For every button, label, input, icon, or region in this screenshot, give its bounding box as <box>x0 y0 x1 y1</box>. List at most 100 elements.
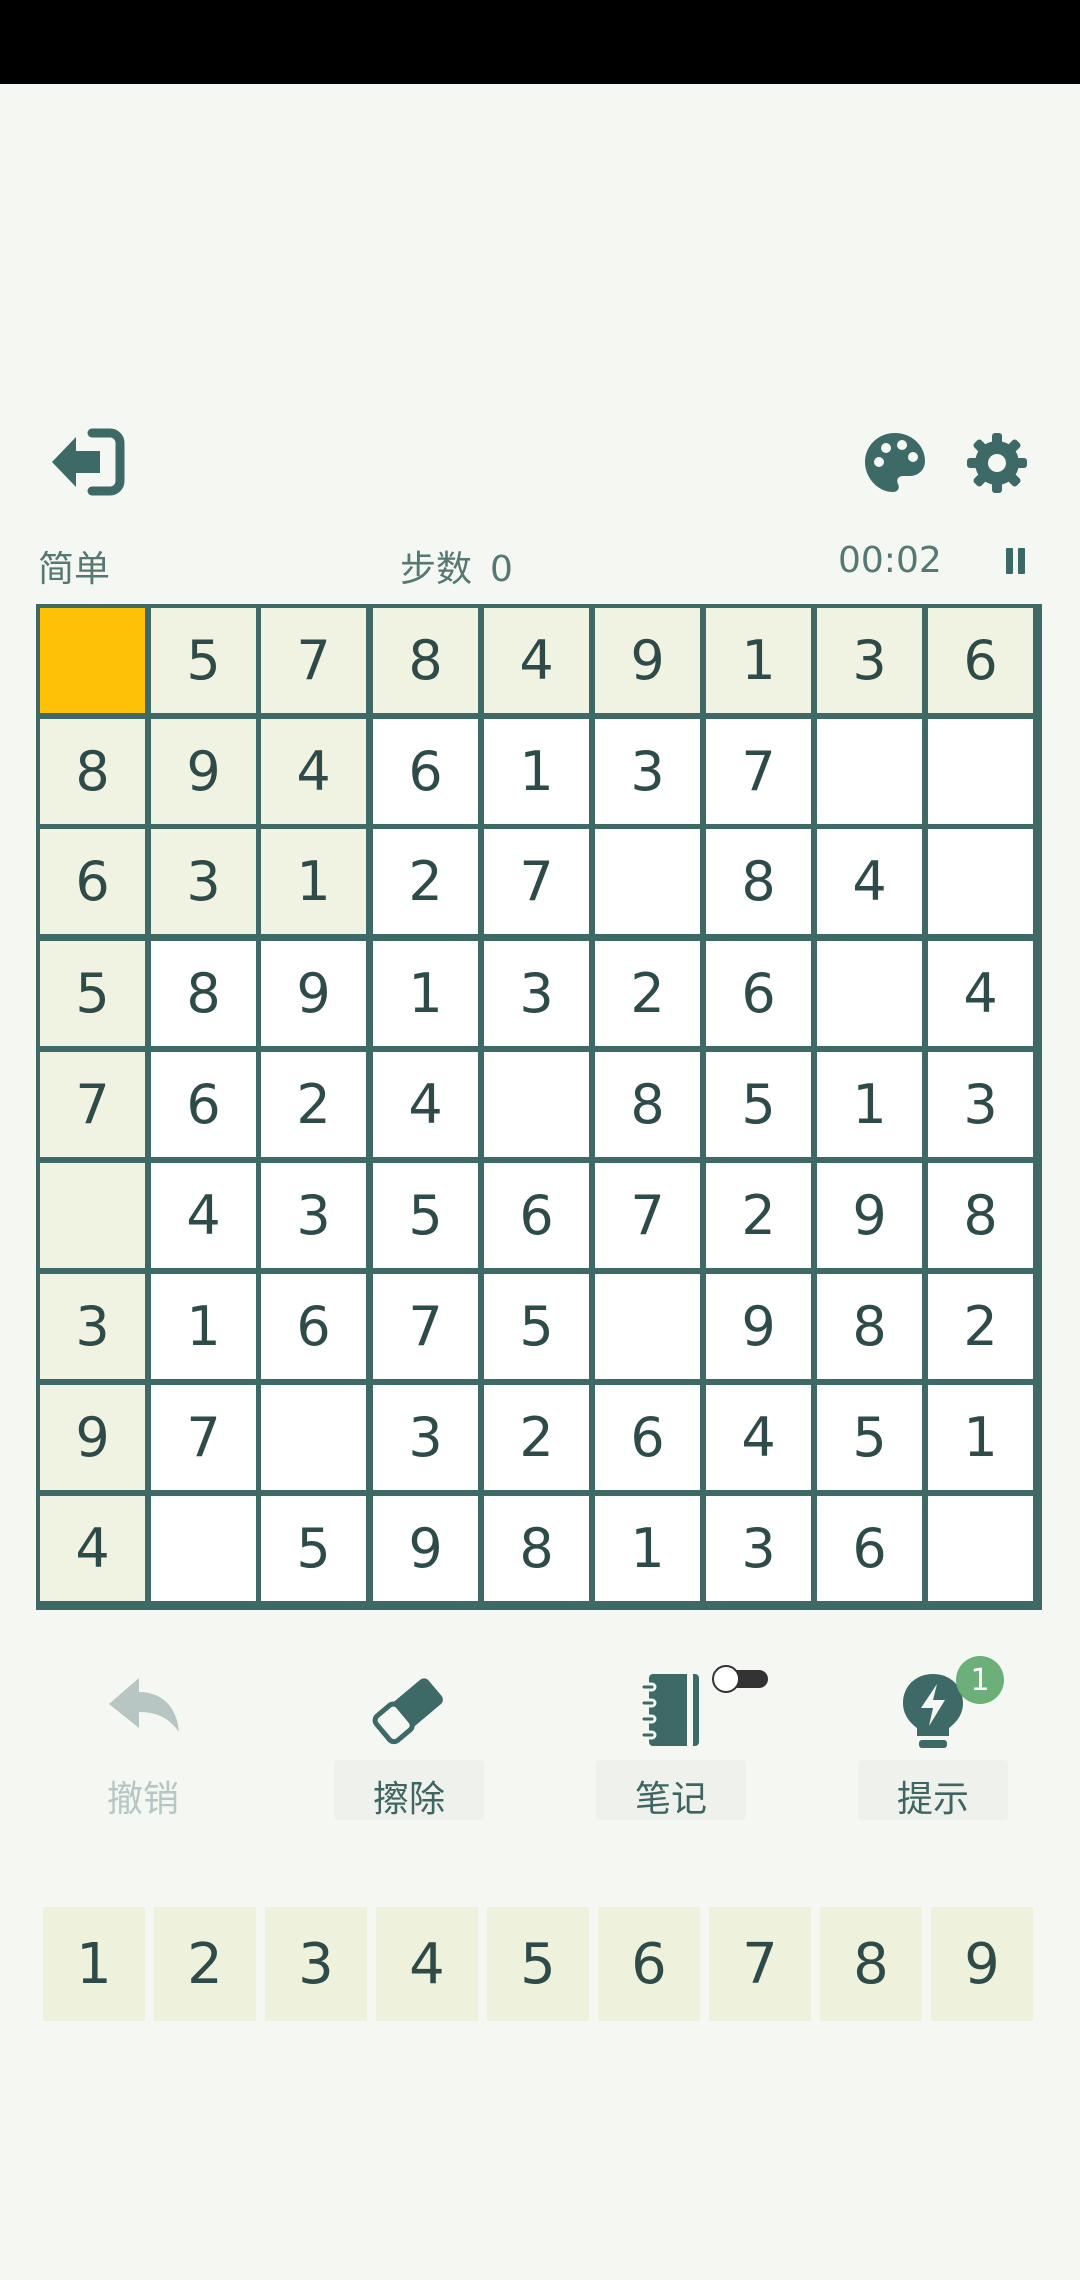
sudoku-cell[interactable]: 4 <box>706 1385 811 1490</box>
sudoku-cell[interactable] <box>40 608 145 713</box>
sudoku-cell[interactable]: 2 <box>706 1163 811 1268</box>
exit-button[interactable] <box>46 424 130 500</box>
numpad-key[interactable]: 5 <box>487 1907 589 2021</box>
steps-value: 0 <box>490 549 513 590</box>
sudoku-cell[interactable]: 9 <box>373 1496 478 1601</box>
sudoku-cell[interactable]: 3 <box>706 1496 811 1601</box>
sudoku-cell[interactable]: 5 <box>706 1052 811 1157</box>
sudoku-cell[interactable]: 8 <box>817 1274 922 1379</box>
sudoku-cell[interactable]: 8 <box>484 1496 589 1601</box>
sudoku-cell[interactable]: 2 <box>373 829 478 934</box>
sudoku-cell[interactable]: 8 <box>595 1052 700 1157</box>
numpad-key[interactable]: 2 <box>154 1907 256 2021</box>
sudoku-cell[interactable] <box>151 1496 256 1601</box>
sudoku-cell[interactable]: 6 <box>595 1385 700 1490</box>
sudoku-cell[interactable]: 9 <box>40 1385 145 1490</box>
sudoku-cell[interactable] <box>928 719 1033 824</box>
sudoku-cell[interactable]: 4 <box>40 1496 145 1601</box>
sudoku-cell[interactable] <box>595 1274 700 1379</box>
sudoku-cell[interactable]: 9 <box>706 1274 811 1379</box>
sudoku-cell[interactable] <box>261 1385 366 1490</box>
erase-label: 擦除 <box>372 1779 445 1820</box>
sudoku-cell[interactable]: 1 <box>817 1052 922 1157</box>
sudoku-cell[interactable]: 6 <box>40 829 145 934</box>
numpad-key[interactable]: 4 <box>376 1907 478 2021</box>
pause-button[interactable] <box>1003 548 1027 578</box>
sudoku-cell[interactable]: 3 <box>151 829 256 934</box>
sudoku-cell[interactable]: 1 <box>706 608 811 713</box>
sudoku-cell[interactable]: 6 <box>817 1496 922 1601</box>
sudoku-cell[interactable]: 8 <box>151 941 256 1046</box>
sudoku-cell[interactable] <box>595 829 700 934</box>
sudoku-cell[interactable] <box>817 941 922 1046</box>
sudoku-cell[interactable] <box>40 1163 145 1268</box>
sudoku-cell[interactable]: 6 <box>706 941 811 1046</box>
sudoku-cell[interactable]: 4 <box>151 1163 256 1268</box>
sudoku-cell[interactable]: 8 <box>706 829 811 934</box>
sudoku-cell[interactable]: 3 <box>373 1385 478 1490</box>
sudoku-cell[interactable]: 6 <box>151 1052 256 1157</box>
sudoku-cell[interactable]: 1 <box>151 1274 256 1379</box>
sudoku-cell[interactable]: 2 <box>261 1052 366 1157</box>
sudoku-cell[interactable] <box>928 1496 1033 1601</box>
sudoku-cell[interactable]: 5 <box>261 1496 366 1601</box>
sudoku-cell[interactable]: 5 <box>484 1274 589 1379</box>
numpad-key[interactable]: 7 <box>709 1907 811 2021</box>
settings-button[interactable] <box>960 426 1034 500</box>
sudoku-cell[interactable]: 7 <box>706 719 811 824</box>
sudoku-cell[interactable]: 9 <box>595 608 700 713</box>
sudoku-cell[interactable]: 1 <box>928 1385 1033 1490</box>
sudoku-cell[interactable]: 3 <box>928 1052 1033 1157</box>
sudoku-cell[interactable]: 8 <box>928 1163 1033 1268</box>
sudoku-cell[interactable]: 3 <box>817 608 922 713</box>
sudoku-cell[interactable]: 7 <box>484 829 589 934</box>
sudoku-cell[interactable]: 9 <box>817 1163 922 1268</box>
sudoku-cell[interactable] <box>928 829 1033 934</box>
sudoku-cell[interactable]: 4 <box>261 719 366 824</box>
sudoku-cell[interactable]: 3 <box>40 1274 145 1379</box>
erase-button[interactable]: 擦除 <box>334 1670 484 1820</box>
sudoku-cell[interactable]: 1 <box>595 1496 700 1601</box>
sudoku-cell[interactable]: 7 <box>595 1163 700 1268</box>
sudoku-cell[interactable]: 1 <box>373 941 478 1046</box>
sudoku-cell[interactable]: 5 <box>373 1163 478 1268</box>
sudoku-cell[interactable]: 1 <box>261 829 366 934</box>
undo-label: 撤销 <box>106 1779 179 1820</box>
numpad-key[interactable]: 1 <box>43 1907 145 2021</box>
undo-button[interactable]: 撤销 <box>68 1670 218 1820</box>
sudoku-cell[interactable]: 7 <box>40 1052 145 1157</box>
sudoku-cell[interactable]: 7 <box>261 608 366 713</box>
theme-button[interactable] <box>858 426 932 500</box>
sudoku-cell[interactable]: 4 <box>817 829 922 934</box>
sudoku-cell[interactable]: 8 <box>373 608 478 713</box>
sudoku-cell[interactable]: 3 <box>484 941 589 1046</box>
sudoku-cell[interactable]: 6 <box>261 1274 366 1379</box>
sudoku-cell[interactable] <box>484 1052 589 1157</box>
sudoku-cell[interactable]: 7 <box>151 1385 256 1490</box>
sudoku-cell[interactable]: 2 <box>928 1274 1033 1379</box>
sudoku-cell[interactable]: 5 <box>151 608 256 713</box>
numpad-key[interactable]: 3 <box>265 1907 367 2021</box>
sudoku-cell[interactable]: 1 <box>484 719 589 824</box>
numpad-key[interactable]: 6 <box>598 1907 700 2021</box>
sudoku-cell[interactable]: 3 <box>595 719 700 824</box>
sudoku-cell[interactable]: 6 <box>484 1163 589 1268</box>
sudoku-cell[interactable]: 4 <box>373 1052 478 1157</box>
sudoku-cell[interactable] <box>817 719 922 824</box>
sudoku-cell[interactable]: 5 <box>40 941 145 1046</box>
numpad-key[interactable]: 8 <box>820 1907 922 2021</box>
sudoku-cell[interactable]: 4 <box>484 608 589 713</box>
sudoku-cell[interactable]: 5 <box>817 1385 922 1490</box>
sudoku-cell[interactable]: 9 <box>151 719 256 824</box>
sudoku-cell[interactable]: 7 <box>373 1274 478 1379</box>
numpad-key[interactable]: 9 <box>931 1907 1033 2021</box>
sudoku-cell[interactable]: 6 <box>373 719 478 824</box>
sudoku-cell[interactable]: 3 <box>261 1163 366 1268</box>
sudoku-cell[interactable]: 2 <box>595 941 700 1046</box>
sudoku-cell[interactable]: 4 <box>928 941 1033 1046</box>
sudoku-cell[interactable]: 8 <box>40 719 145 824</box>
notes-toggle[interactable] <box>712 1665 770 1693</box>
sudoku-cell[interactable]: 9 <box>261 941 366 1046</box>
sudoku-cell[interactable]: 2 <box>484 1385 589 1490</box>
sudoku-cell[interactable]: 6 <box>928 608 1033 713</box>
